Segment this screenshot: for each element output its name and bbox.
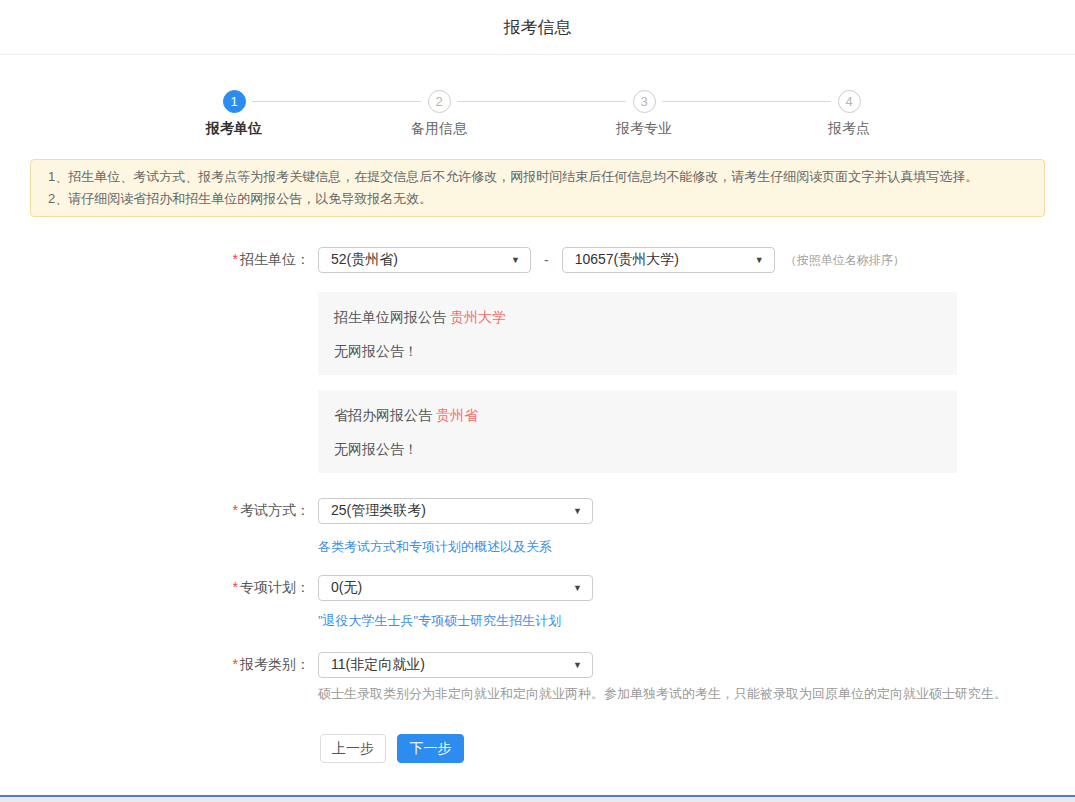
province-select-value: 52(贵州省) [331,251,398,269]
chevron-down-icon: ▼ [573,660,582,670]
province-notice-box: 省招办网报公告 贵州省 无网报公告！ [318,390,957,473]
category-note: 硕士生录取类别分为非定向就业和定向就业两种。参加单独考试的考生，只能被录取为回原… [318,687,1075,701]
unit-notice-body: 无网报公告！ [334,343,941,359]
dash-separator: - [544,252,549,268]
special-plan-link[interactable]: "退役大学生士兵"专项硕士研究生招生计划 [318,614,561,628]
special-plan-label: *专项计划： [0,579,310,597]
chevron-down-icon: ▼ [573,506,582,516]
category-select-value: 11(非定向就业) [331,656,425,674]
unit-notice-box: 招生单位网报公告 贵州大学 无网报公告！ [318,292,957,375]
application-info-page: 报考信息 1 报考单位 2 备用信息 3 报考专业 4 报考点 1、招生单位、考… [0,0,1075,802]
step-3-label: 报考专业 [616,120,672,136]
chevron-down-icon: ▼ [755,255,764,265]
special-plan-row: *专项计划： 0(无) ▼ [0,575,1075,601]
application-form: *招生单位： 52(贵州省) ▼ - 10657(贵州大学) ▼ （按照单位名称… [0,247,1075,763]
required-asterisk: * [233,502,238,518]
required-asterisk: * [233,251,238,267]
exam-method-select[interactable]: 25(管理类联考) ▼ [318,498,593,524]
chevron-down-icon: ▼ [573,583,582,593]
step-backup-info[interactable]: 2 备用信息 [337,90,542,136]
university-select-value: 10657(贵州大学) [575,251,679,269]
exam-method-select-value: 25(管理类联考) [331,502,426,520]
warning-line-2: 2、请仔细阅读省招办和招生单位的网报公告，以免导致报名无效。 [48,188,1027,210]
province-notice-title: 省招办网报公告 贵州省 [334,407,941,423]
page-title: 报考信息 [504,16,572,39]
special-plan-select[interactable]: 0(无) ▼ [318,575,593,601]
step-2-label: 备用信息 [411,120,467,136]
warning-notice: 1、招生单位、考试方式、报考点等为报考关键信息，在提交信息后不允许修改，网报时间… [30,159,1045,217]
unit-label: *招生单位： [0,251,310,269]
step-4-label: 报考点 [828,120,870,136]
unit-row: *招生单位： 52(贵州省) ▼ - 10657(贵州大学) ▼ （按照单位名称… [0,247,1075,273]
step-major[interactable]: 3 报考专业 [542,90,747,136]
exam-method-link[interactable]: 各类考试方式和专项计划的概述以及关系 [318,540,552,554]
exam-method-label: *考试方式： [0,502,310,520]
step-2-circle: 2 [428,90,451,113]
province-notice-body: 无网报公告！ [334,441,941,457]
unit-notice-highlight[interactable]: 贵州大学 [450,309,506,325]
required-asterisk: * [233,656,238,672]
special-plan-select-value: 0(无) [331,579,362,597]
step-3-circle: 3 [633,90,656,113]
category-select[interactable]: 11(非定向就业) ▼ [318,652,593,678]
chevron-down-icon: ▼ [511,255,520,265]
footer-divider [0,795,1075,802]
category-label: *报考类别： [0,656,310,674]
exam-method-row: *考试方式： 25(管理类联考) ▼ [0,498,1075,524]
unit-notice-title: 招生单位网报公告 贵州大学 [334,309,941,325]
step-1-label: 报考单位 [206,120,262,136]
warning-line-1: 1、招生单位、考试方式、报考点等为报考关键信息，在提交信息后不允许修改，网报时间… [48,166,1027,188]
step-exam-site[interactable]: 4 报考点 [747,90,952,136]
province-select[interactable]: 52(贵州省) ▼ [318,247,531,273]
province-notice-highlight[interactable]: 贵州省 [436,407,478,423]
stepper: 1 报考单位 2 备用信息 3 报考专业 4 报考点 [4,90,1075,136]
next-step-button[interactable]: 下一步 [397,734,464,763]
step-1-circle: 1 [223,90,246,113]
form-buttons: 上一步 下一步 [320,734,1075,763]
previous-step-button[interactable]: 上一步 [320,734,386,763]
step-4-circle: 4 [838,90,861,113]
category-row: *报考类别： 11(非定向就业) ▼ [0,652,1075,678]
sort-hint: （按照单位名称排序） [785,252,905,269]
university-select[interactable]: 10657(贵州大学) ▼ [562,247,775,273]
required-asterisk: * [233,579,238,595]
step-unit[interactable]: 1 报考单位 [132,90,337,136]
page-header: 报考信息 [0,0,1075,55]
